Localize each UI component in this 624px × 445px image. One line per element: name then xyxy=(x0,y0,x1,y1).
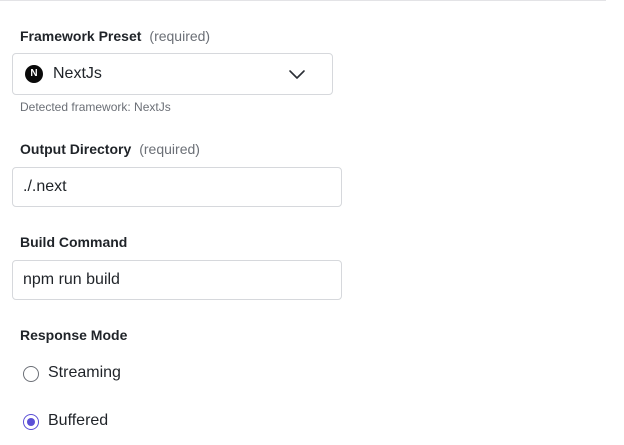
framework-preset-label: Framework Preset (required) xyxy=(20,28,210,44)
framework-preset-label-text: Framework Preset xyxy=(20,28,142,44)
top-divider xyxy=(0,0,606,1)
framework-preset-value: NextJs xyxy=(53,65,102,82)
build-command-label-text: Build Command xyxy=(20,234,128,250)
build-settings-form: Framework Preset (required) N NextJs Dete… xyxy=(0,0,624,445)
build-command-label: Build Command xyxy=(20,234,127,250)
response-mode-label-text: Response Mode xyxy=(20,327,128,343)
framework-preset-select[interactable]: N NextJs xyxy=(12,53,333,95)
detected-framework-hint: Detected framework: NextJs xyxy=(20,100,171,114)
build-command-input[interactable] xyxy=(12,260,342,300)
buffered-radio-label: Buffered xyxy=(48,412,109,429)
response-mode-label: Response Mode xyxy=(20,327,127,343)
output-directory-label-text: Output Directory xyxy=(20,141,132,157)
chevron-down-icon xyxy=(289,70,305,79)
streaming-radio-label: Streaming xyxy=(48,364,121,381)
streaming-radio[interactable] xyxy=(23,366,39,382)
output-directory-label: Output Directory (required) xyxy=(20,141,200,157)
nextjs-logo-icon: N xyxy=(25,65,43,83)
output-directory-input[interactable] xyxy=(12,167,342,207)
output-directory-required: (required) xyxy=(139,141,200,157)
framework-preset-required: (required) xyxy=(149,28,211,44)
buffered-radio[interactable] xyxy=(23,414,39,430)
